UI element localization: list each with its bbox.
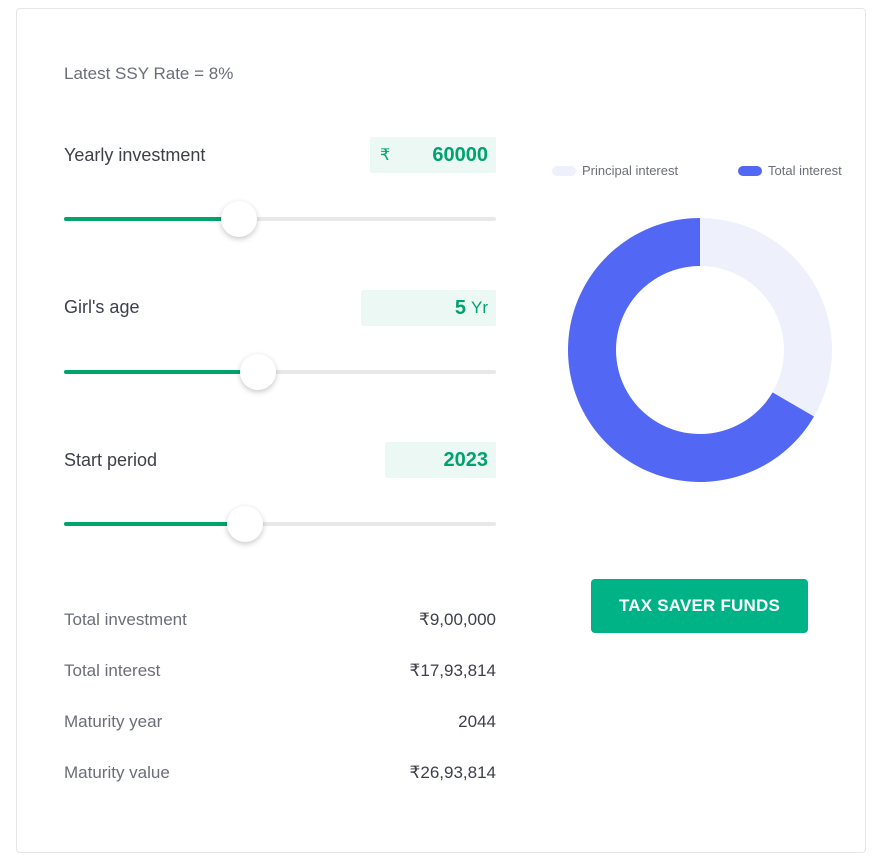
girls-age-label: Girl's age	[64, 297, 140, 317]
total-interest-swatch	[738, 165, 762, 176]
summary-value: ₹26,93,814	[409, 763, 496, 782]
legend-principal-label: Principal interest	[582, 163, 679, 178]
girls-age-value: 5	[454, 296, 466, 319]
summary-value: 2044	[458, 712, 496, 731]
summary-row-total-interest: Total interest ₹17,93,814	[64, 661, 496, 681]
ssy-rate-text: Latest SSY Rate = 8%	[64, 64, 234, 83]
summary-value: ₹17,93,814	[409, 661, 496, 680]
start-period-value: 2023	[443, 448, 489, 471]
slider-fill	[64, 370, 259, 374]
slider-fill	[64, 217, 239, 221]
yearly-investment-label: Yearly investment	[64, 145, 206, 165]
girls-age-field[interactable]: 5 Yr	[361, 290, 496, 326]
summary-label: Maturity value	[64, 763, 170, 782]
summary-row-total-investment: Total investment ₹9,00,000	[64, 610, 496, 630]
slider-thumb[interactable]	[227, 506, 264, 542]
legend-total-label: Total interest	[768, 163, 842, 178]
slider-fill	[64, 522, 246, 526]
years-unit: Yr	[471, 298, 488, 317]
summary-label: Total investment	[64, 610, 187, 629]
yearly-investment-slider[interactable]	[64, 201, 496, 237]
rupee-icon: ₹	[380, 147, 391, 164]
yearly-investment-field[interactable]: ₹ 60000	[370, 137, 496, 173]
yearly-investment-value: 60000	[432, 143, 488, 166]
tax-saver-funds-button[interactable]: TAX SAVER FUNDS	[591, 579, 808, 633]
summary-value: ₹9,00,000	[419, 610, 496, 629]
start-period-label: Start period	[64, 450, 158, 470]
legend-total: Total interest	[738, 163, 842, 178]
summary-row-maturity-year: Maturity year 2044	[64, 712, 496, 732]
principal-swatch	[552, 165, 576, 176]
slider-thumb[interactable]	[220, 201, 257, 237]
girls-age-slider[interactable]	[64, 354, 496, 390]
legend-principal: Principal interest	[552, 163, 678, 178]
slider-thumb[interactable]	[240, 354, 277, 390]
summary-row-maturity-value: Maturity value ₹26,93,814	[64, 763, 496, 783]
summary-label: Total interest	[64, 661, 161, 680]
start-period-slider[interactable]	[64, 506, 496, 542]
donut-chart	[568, 218, 832, 482]
principal-slice	[700, 218, 832, 417]
summary-label: Maturity year	[64, 712, 163, 731]
start-period-field[interactable]: 2023	[385, 442, 496, 478]
